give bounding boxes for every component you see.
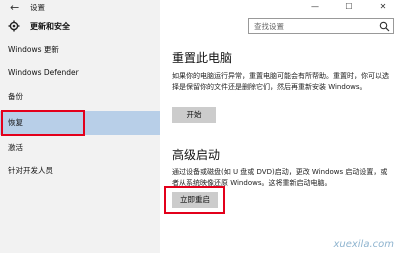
sidebar-item-windows-defender[interactable]: Windows Defender (0, 63, 160, 83)
advanced-startup-title: 高级启动 (172, 148, 221, 162)
reset-title: 重置此电脑 (172, 51, 233, 65)
highlight-box-restart (164, 186, 225, 214)
sidebar-item-developers[interactable]: 针对开发人员 (0, 161, 160, 181)
window-controls: — ☐ ✕ (298, 0, 400, 14)
search-input[interactable]: 查找设置 (248, 18, 394, 34)
close-icon[interactable]: ✕ (366, 0, 400, 14)
title-bar: ← 设置 (0, 0, 160, 16)
start-button[interactable]: 开始 (172, 107, 216, 123)
window-title: 设置 (30, 3, 45, 12)
search-icon[interactable] (379, 21, 390, 32)
back-arrow-icon[interactable]: ← (10, 1, 19, 15)
watermark: xuexila.com (333, 239, 394, 250)
maximize-icon[interactable]: ☐ (332, 0, 366, 14)
sidebar-item-backup[interactable]: 备份 (0, 87, 160, 107)
highlight-box-recovery (1, 110, 85, 136)
main-panel: — ☐ ✕ 查找设置 重置此电脑 如果你的电脑运行异常，重置电脑可能会有所帮助。… (160, 0, 400, 253)
reset-description: 如果你的电脑运行异常，重置电脑可能会有所帮助。重置时，你可以选择是保留你的文件还… (172, 72, 389, 91)
sidebar: ← 设置 更新和安全 Windows 更新 Windows Defender 备… (0, 0, 160, 253)
search-placeholder: 查找设置 (254, 22, 284, 31)
section-header: 更新和安全 (30, 22, 70, 31)
gear-icon (8, 20, 20, 32)
minimize-icon[interactable]: — (298, 0, 332, 14)
sidebar-item-activation[interactable]: 激活 (0, 138, 160, 158)
sidebar-item-windows-update[interactable]: Windows 更新 (0, 40, 160, 60)
